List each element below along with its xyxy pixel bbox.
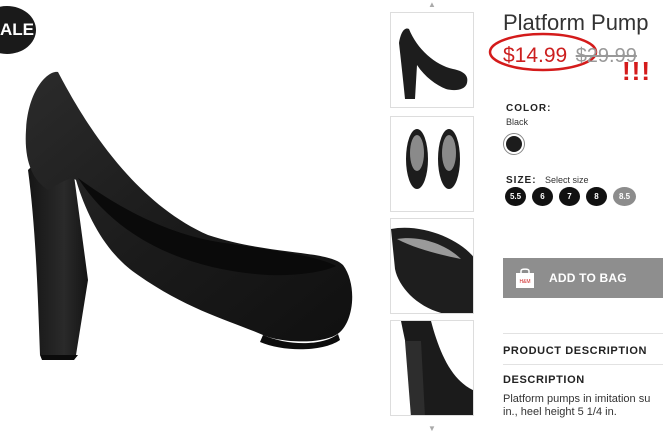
divider xyxy=(503,364,663,365)
thumbnail-heel-detail[interactable] xyxy=(390,320,474,416)
color-swatch-black[interactable] xyxy=(503,133,525,155)
exclamation-annotation: !!! xyxy=(622,56,651,86)
sale-badge-label: ALE xyxy=(0,20,34,39)
product-description-heading[interactable]: PRODUCT DESCRIPTION xyxy=(503,345,647,357)
main-product-image xyxy=(18,50,368,380)
description-clip: Platform pumps in imitation su in., heel… xyxy=(503,390,663,430)
description-heading: DESCRIPTION xyxy=(503,374,585,386)
size-hint: Select size xyxy=(545,175,589,185)
thumbnail-toe-detail[interactable] xyxy=(390,218,474,314)
size-option[interactable]: 6 xyxy=(532,187,553,206)
color-label: COLOR: xyxy=(506,103,552,114)
size-row: SIZE: Select size xyxy=(506,170,589,188)
size-options: 5.5 6 7 8 8.5 xyxy=(505,187,636,206)
description-text: Platform pumps in imitation su in., heel… xyxy=(503,393,651,418)
add-to-bag-button[interactable]: H&M ADD TO BAG xyxy=(503,258,663,298)
thumbnail-side-view[interactable] xyxy=(390,12,474,108)
thumbnail-top-view[interactable] xyxy=(390,116,474,212)
size-label: SIZE: xyxy=(506,175,537,186)
price-row: $14.99 $29.99 xyxy=(503,44,637,68)
sale-badge: ALE xyxy=(0,6,36,54)
sale-price: $14.99 xyxy=(503,44,568,67)
size-option-unavailable: 8.5 xyxy=(613,187,636,206)
add-to-bag-label: ADD TO BAG xyxy=(549,271,627,285)
size-option[interactable]: 5.5 xyxy=(505,187,526,206)
size-option[interactable]: 8 xyxy=(586,187,607,206)
chevron-down-icon[interactable]: ▼ xyxy=(428,424,436,433)
swatch-fill xyxy=(506,136,522,152)
chevron-up-icon[interactable]: ▲ xyxy=(428,0,436,9)
svg-text:H&M: H&M xyxy=(519,279,530,285)
size-option[interactable]: 7 xyxy=(559,187,580,206)
divider xyxy=(503,333,663,334)
color-value: Black xyxy=(506,117,529,127)
shopping-bag-icon: H&M xyxy=(516,268,534,288)
